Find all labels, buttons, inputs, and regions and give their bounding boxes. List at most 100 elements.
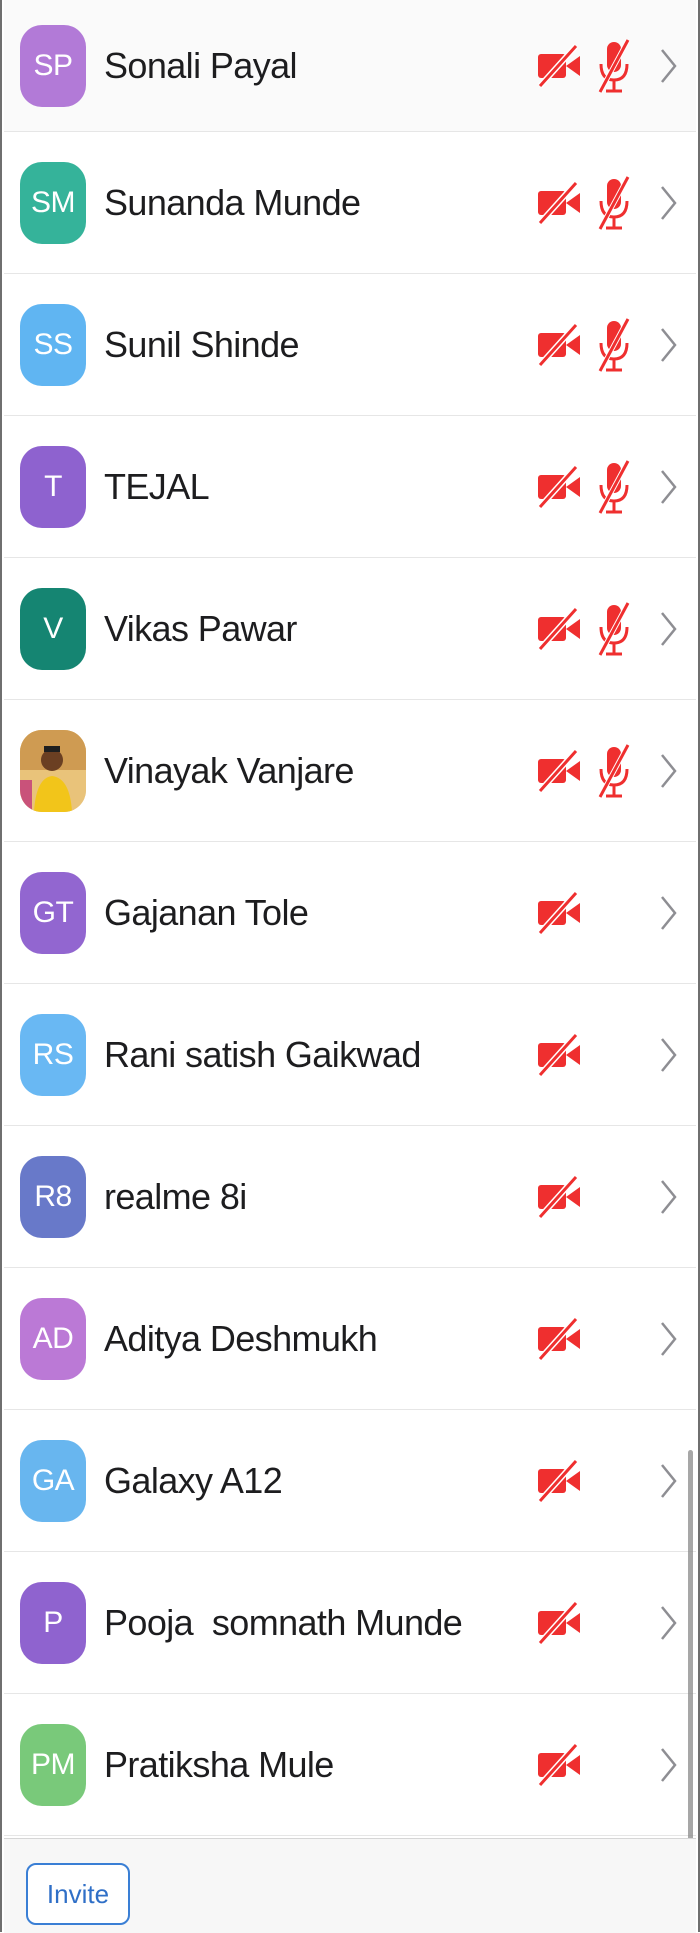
participant-name: Sonali Payal bbox=[104, 44, 298, 86]
participant-row[interactable]: PM Pratiksha Mule bbox=[4, 1694, 696, 1836]
participant-status-icons bbox=[508, 741, 678, 801]
chevron-right-icon[interactable] bbox=[658, 611, 678, 647]
video-off-icon bbox=[536, 464, 582, 509]
participant-row[interactable]: SS Sunil Shinde bbox=[4, 274, 696, 416]
video-off-icon bbox=[536, 1600, 582, 1645]
mic-off-icon bbox=[594, 601, 634, 657]
participant-status-icons bbox=[508, 1451, 678, 1511]
video-off-icon bbox=[536, 606, 582, 651]
participant-name: Gajanan Tole bbox=[104, 891, 309, 933]
avatar-initials: AD bbox=[32, 1321, 74, 1355]
participant-status-icons bbox=[508, 173, 678, 233]
participants-panel: SP Sonali Payal SM Sunanda Munde SS Sunil S… bbox=[0, 0, 700, 1933]
participant-name: Vinayak Vanjare bbox=[104, 749, 354, 791]
avatar-initials: SM bbox=[31, 185, 76, 219]
participant-row[interactable]: SP Sonali Payal bbox=[4, 0, 696, 132]
avatar: T bbox=[20, 445, 86, 528]
participant-name: Galaxy A12 bbox=[104, 1459, 283, 1501]
participant-name: TEJAL bbox=[104, 465, 210, 507]
participant-status-icons bbox=[508, 1025, 678, 1085]
participant-status-icons bbox=[508, 1167, 678, 1227]
participant-status-icons bbox=[508, 883, 678, 943]
participant-name: Pooja somnath Munde bbox=[104, 1601, 463, 1643]
mic-off-icon bbox=[594, 175, 634, 231]
participant-row[interactable]: Vinayak Vanjare bbox=[4, 700, 696, 842]
video-off-icon bbox=[536, 1174, 582, 1219]
avatar: SS bbox=[20, 303, 86, 386]
video-off-icon bbox=[536, 1742, 582, 1787]
video-off-icon bbox=[536, 1316, 582, 1361]
bottom-toolbar: Invite bbox=[4, 1838, 696, 1933]
avatar-initials: GT bbox=[32, 895, 74, 929]
avatar: PM bbox=[20, 1723, 86, 1806]
avatar: RS bbox=[20, 1013, 86, 1096]
participant-status-icons bbox=[508, 1735, 678, 1795]
chevron-right-icon[interactable] bbox=[658, 469, 678, 505]
video-off-icon bbox=[536, 1458, 582, 1503]
avatar: V bbox=[20, 587, 86, 670]
participant-row[interactable]: T TEJAL bbox=[4, 416, 696, 558]
participant-status-icons bbox=[508, 315, 678, 375]
avatar-initials: V bbox=[43, 611, 63, 645]
avatar-initials: R8 bbox=[34, 1179, 72, 1213]
mic-off-icon bbox=[594, 317, 634, 373]
invite-button[interactable]: Invite bbox=[26, 1863, 130, 1925]
scrollbar[interactable] bbox=[688, 1450, 693, 1850]
video-off-icon bbox=[536, 322, 582, 367]
avatar-initials: SS bbox=[33, 327, 73, 361]
avatar-initials: RS bbox=[32, 1037, 74, 1071]
participant-status-icons bbox=[508, 599, 678, 659]
participant-row[interactable]: P Pooja somnath Munde bbox=[4, 1552, 696, 1694]
participant-name: Aditya Deshmukh bbox=[104, 1317, 378, 1359]
avatar-initials: GA bbox=[31, 1463, 75, 1497]
video-off-icon bbox=[536, 180, 582, 225]
avatar: GT bbox=[20, 871, 86, 954]
participant-row[interactable]: SM Sunanda Munde bbox=[4, 132, 696, 274]
chevron-right-icon[interactable] bbox=[658, 1037, 678, 1073]
participant-name: Sunil Shinde bbox=[104, 323, 300, 365]
avatar-initials: T bbox=[44, 469, 62, 503]
mic-off-icon bbox=[594, 459, 634, 515]
video-off-icon bbox=[536, 748, 582, 793]
chevron-right-icon[interactable] bbox=[658, 1179, 678, 1215]
participant-status-icons bbox=[508, 1309, 678, 1369]
avatar: AD bbox=[20, 1297, 86, 1380]
participant-row[interactable]: GA Galaxy A12 bbox=[4, 1410, 696, 1552]
participant-name: Sunanda Munde bbox=[104, 181, 361, 223]
participant-row[interactable]: AD Aditya Deshmukh bbox=[4, 1268, 696, 1410]
avatar-initials: SP bbox=[33, 48, 73, 82]
participant-row[interactable]: V Vikas Pawar bbox=[4, 558, 696, 700]
participant-list: SP Sonali Payal SM Sunanda Munde SS Sunil S… bbox=[4, 0, 696, 1836]
avatar-initials: PM bbox=[31, 1747, 76, 1781]
chevron-right-icon[interactable] bbox=[658, 48, 678, 84]
chevron-right-icon[interactable] bbox=[658, 185, 678, 221]
chevron-right-icon[interactable] bbox=[658, 1321, 678, 1357]
chevron-right-icon[interactable] bbox=[658, 1605, 678, 1641]
chevron-right-icon[interactable] bbox=[658, 895, 678, 931]
participant-row[interactable]: R8 realme 8i bbox=[4, 1126, 696, 1268]
avatar: P bbox=[20, 1581, 86, 1664]
avatar-initials: P bbox=[43, 1605, 63, 1639]
participant-name: Vikas Pawar bbox=[104, 607, 297, 649]
chevron-right-icon[interactable] bbox=[658, 1747, 678, 1783]
participant-name: Rani satish Gaikwad bbox=[104, 1033, 421, 1075]
video-off-icon bbox=[536, 1032, 582, 1077]
chevron-right-icon[interactable] bbox=[658, 327, 678, 363]
avatar: GA bbox=[20, 1439, 86, 1522]
chevron-right-icon[interactable] bbox=[658, 1463, 678, 1499]
avatar: R8 bbox=[20, 1155, 86, 1238]
participant-status-icons bbox=[508, 457, 678, 517]
video-off-icon bbox=[536, 43, 582, 88]
chevron-right-icon[interactable] bbox=[658, 753, 678, 789]
video-off-icon bbox=[536, 890, 582, 935]
mic-off-icon bbox=[594, 743, 634, 799]
participant-status-icons bbox=[508, 36, 678, 96]
participant-name: Pratiksha Mule bbox=[104, 1743, 334, 1785]
participant-row[interactable]: GT Gajanan Tole bbox=[4, 842, 696, 984]
mic-off-icon bbox=[594, 38, 634, 94]
participant-name: realme 8i bbox=[104, 1175, 247, 1217]
participant-status-icons bbox=[508, 1593, 678, 1653]
avatar: SP bbox=[20, 24, 86, 107]
participant-row[interactable]: RS Rani satish Gaikwad bbox=[4, 984, 696, 1126]
avatar-photo bbox=[20, 729, 86, 812]
